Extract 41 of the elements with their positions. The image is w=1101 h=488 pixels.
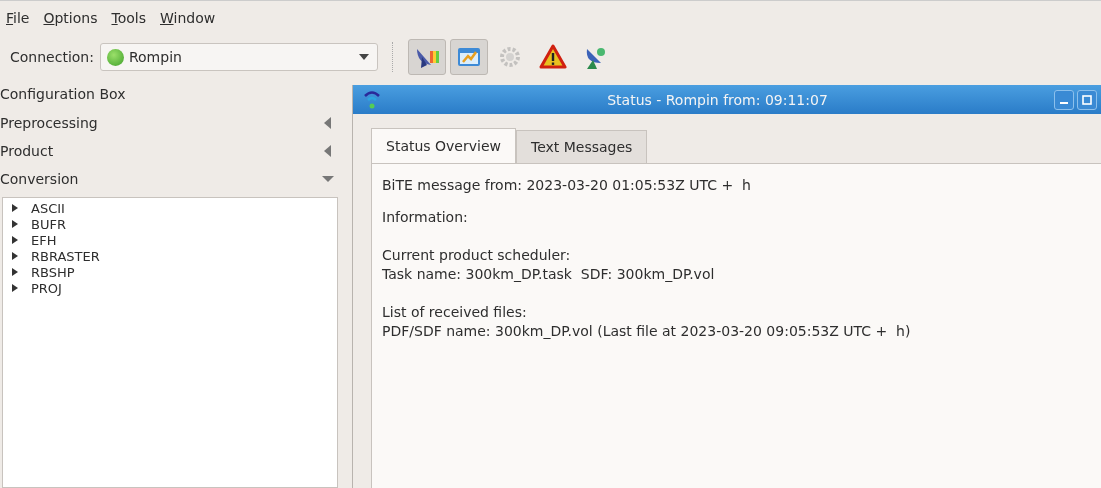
expander-icon[interactable] <box>11 283 19 293</box>
expander-icon[interactable] <box>11 267 19 277</box>
menu-item[interactable]: Window <box>160 10 216 26</box>
expander-icon[interactable] <box>11 251 19 261</box>
status-text: Current product scheduler: <box>382 246 572 265</box>
window-title: Status - Rompin from: 09:11:07 <box>606 91 829 108</box>
maximize-icon <box>1082 94 1092 105</box>
tree-item[interactable]: EFH <box>31 232 57 248</box>
tree-item[interactable]: ASCII <box>31 200 65 216</box>
status-text: PDF/SDF name: 300km_DP.vol (Last file at 2023-03-20 09:05:53Z UTC + h) <box>382 322 912 341</box>
section-header[interactable]: Conversion <box>0 165 340 193</box>
status-text: BiTE message from: 2023-03-20 01:05:53Z UTC + h <box>382 176 752 195</box>
connection-label: Connection: <box>10 49 94 65</box>
tree-item[interactable]: BUFR <box>31 216 66 232</box>
chart-button[interactable] <box>449 39 488 75</box>
minimize-button[interactable] <box>1054 89 1074 110</box>
maximize-button[interactable] <box>1077 89 1097 110</box>
tree-item[interactable]: PROJ <box>31 280 62 296</box>
status-text: Task name: 300km_DP.task SDF: 300km_DP.vol <box>382 265 716 284</box>
caret-icon <box>358 54 369 60</box>
warning-icon <box>538 43 567 71</box>
tab[interactable]: Text Messages <box>516 130 648 163</box>
panel-title: Configuration Box <box>0 85 127 104</box>
tab[interactable]: Status Overview <box>371 128 516 163</box>
menu-item[interactable]: Tools <box>111 10 146 26</box>
status-dot-icon <box>106 48 124 66</box>
tree-item[interactable]: RBRASTER <box>31 248 100 264</box>
tree-item[interactable]: RBSHP <box>31 264 75 280</box>
status-text: List of received files: <box>382 303 528 322</box>
connection-dropdown[interactable]: Rompin <box>99 43 378 71</box>
expander-icon[interactable] <box>11 203 19 213</box>
expander-icon[interactable] <box>11 235 19 245</box>
section-header[interactable]: Preprocessing <box>0 109 340 137</box>
menu-item[interactable]: File <box>6 10 30 26</box>
minimize-icon <box>1060 101 1068 104</box>
menu-item[interactable]: Options <box>43 10 98 26</box>
satellite-dish-button[interactable] <box>407 39 446 75</box>
signal-icon <box>363 88 381 111</box>
expander-icon[interactable] <box>11 219 19 229</box>
status-text: Information: <box>382 208 469 227</box>
section-header[interactable]: Product <box>0 137 340 165</box>
